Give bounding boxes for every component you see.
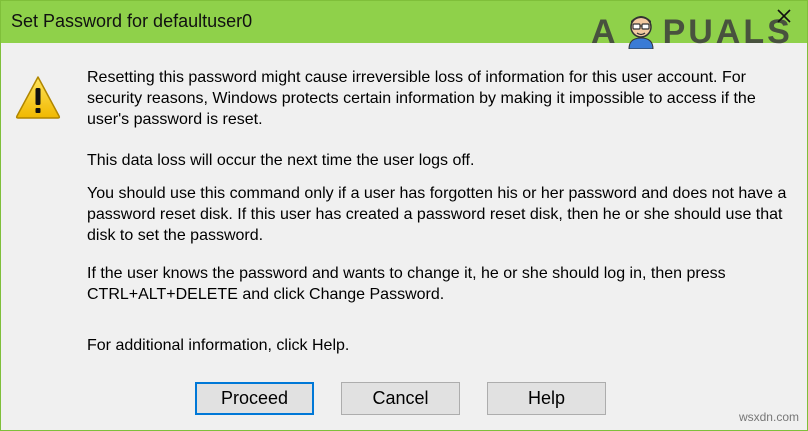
mascot-icon xyxy=(628,16,654,49)
logo-text-left: A xyxy=(591,13,619,51)
message-paragraph-data-loss: This data loss will occur the next time … xyxy=(87,152,475,169)
dialog-window: Set Password for defaultuser0 A PUALS Re… xyxy=(0,0,808,431)
help-button[interactable]: Help xyxy=(487,382,606,415)
title-bar[interactable]: Set Password for defaultuser0 A PUALS xyxy=(1,1,807,51)
message-paragraph-help: For additional information, click Help. xyxy=(87,337,350,354)
message-paragraph-change-password: If the user knows the password and wants… xyxy=(87,265,726,303)
warning-icon xyxy=(15,76,61,119)
watermark-text: wsxdn.com xyxy=(738,410,799,424)
cancel-button[interactable]: Cancel xyxy=(341,382,460,415)
logo-text: A PUALS xyxy=(591,13,793,52)
message-paragraph-usage: You should use this command only if a us… xyxy=(87,185,787,244)
logo-text-right: PUALS xyxy=(662,13,793,51)
close-icon[interactable] xyxy=(775,7,793,25)
appuals-logo: A PUALS xyxy=(591,11,801,55)
proceed-button[interactable]: Proceed xyxy=(195,382,314,415)
window-title: Set Password for defaultuser0 xyxy=(11,11,253,31)
message-paragraph-warning: Resetting this password might cause irre… xyxy=(87,69,756,128)
